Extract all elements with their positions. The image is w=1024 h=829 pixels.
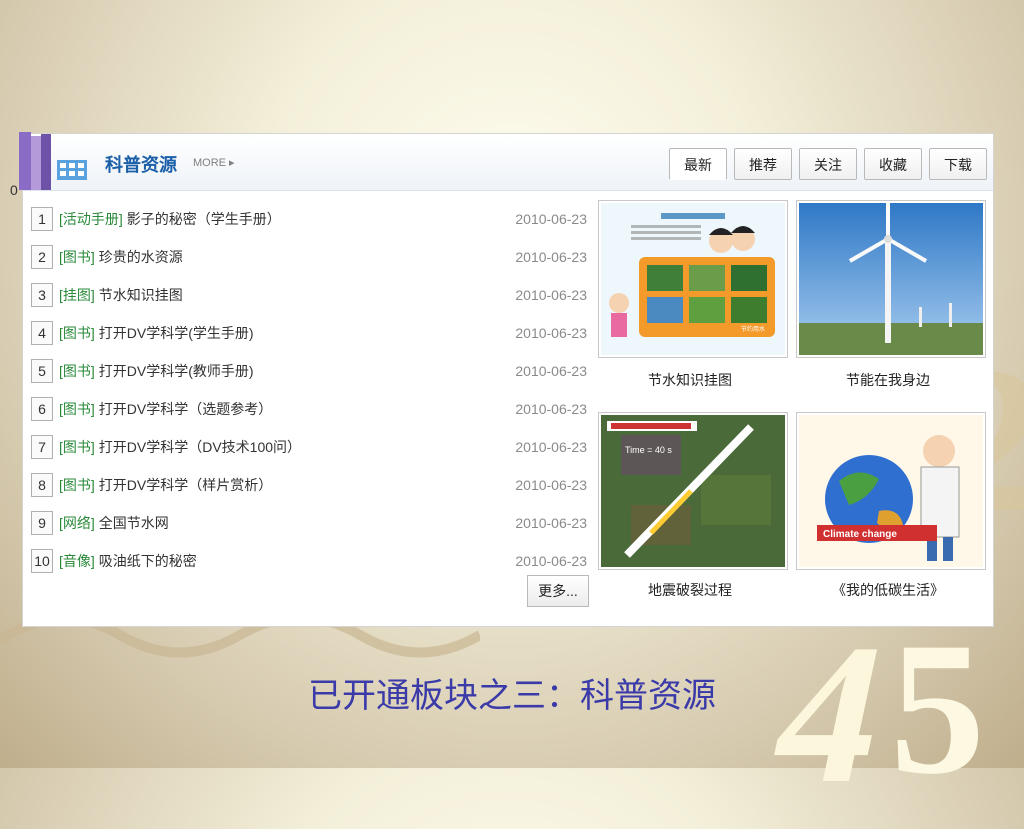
tab-latest[interactable]: 最新 xyxy=(669,148,727,180)
thumbnail-earthquake-rupture[interactable]: Time = 40 s xyxy=(598,412,788,570)
item-date: 2010-06-23 xyxy=(515,363,587,379)
thumbnail-caption[interactable]: 地震破裂过程 xyxy=(595,580,785,600)
panel-header: 科普资源 MORE ▸ 最新 推荐 关注 收藏 下载 xyxy=(19,132,993,191)
list-item: 9 [网络] 全国节水网 2010-06-23 xyxy=(31,504,591,542)
tab-downloads[interactable]: 下载 xyxy=(929,148,987,180)
item-title-link[interactable]: 节水知识挂图 xyxy=(99,285,183,305)
list-item: 7 [图书] 打开DV学科学（DV技术100问） 2010-06-23 xyxy=(31,428,591,466)
thumbnail-caption[interactable]: 节水知识挂图 xyxy=(595,370,785,390)
item-title-link[interactable]: 打开DV学科学（样片赏析） xyxy=(99,475,272,495)
item-date: 2010-06-23 xyxy=(515,553,587,569)
wind-turbine-image xyxy=(799,203,983,355)
item-category-link[interactable]: [活动手册] xyxy=(59,209,123,229)
item-category-link[interactable]: [图书] xyxy=(59,475,95,495)
thumbnail-wind-turbines[interactable] xyxy=(796,200,986,358)
item-title-link[interactable]: 打开DV学科学（DV技术100问） xyxy=(99,437,301,457)
item-title-link[interactable]: 影子的秘密（学生手册） xyxy=(127,209,281,229)
item-category-link[interactable]: [图书] xyxy=(59,437,95,457)
poster-overlay-text: 节约用水 xyxy=(741,325,765,333)
item-number: 6 xyxy=(31,397,53,421)
item-number: 9 xyxy=(31,511,53,535)
climate-change-label: Climate change xyxy=(823,529,897,540)
item-title-link[interactable]: 打开DV学科学(教师手册) xyxy=(99,361,254,381)
item-number: 2 xyxy=(31,245,53,269)
poster-image: 节约用水 xyxy=(601,203,785,355)
list-item: 6 [图书] 打开DV学科学（选题参考） 2010-06-23 xyxy=(31,390,591,428)
item-number: 1 xyxy=(31,207,53,231)
tab-recommended[interactable]: 推荐 xyxy=(734,148,792,180)
more-link[interactable]: MORE ▸ xyxy=(193,156,235,169)
more-button[interactable]: 更多... xyxy=(527,575,589,607)
item-date: 2010-06-23 xyxy=(515,325,587,341)
item-date: 2010-06-23 xyxy=(515,287,587,303)
item-title-link[interactable]: 全国节水网 xyxy=(99,513,169,533)
list-item: 10 [音像] 吸油纸下的秘密 2010-06-23 xyxy=(31,542,591,580)
list-item: 1 [活动手册] 影子的秘密（学生手册） 2010-06-23 xyxy=(31,200,591,238)
item-number: 7 xyxy=(31,435,53,459)
item-number: 4 xyxy=(31,321,53,345)
resource-list: 1 [活动手册] 影子的秘密（学生手册） 2010-06-23 2 [图书] 珍… xyxy=(31,200,591,580)
item-category-link[interactable]: [图书] xyxy=(59,323,95,343)
tab-favorites[interactable]: 收藏 xyxy=(864,148,922,180)
thumbnail-caption[interactable]: 《我的低碳生活》 xyxy=(793,580,983,600)
item-category-link[interactable]: [音像] xyxy=(59,551,95,571)
item-number: 10 xyxy=(31,549,53,573)
edge-text: 0 xyxy=(10,182,18,198)
item-category-link[interactable]: [网络] xyxy=(59,513,95,533)
climate-cartoon-image: Climate change xyxy=(799,415,983,567)
item-category-link[interactable]: [图书] xyxy=(59,247,95,267)
item-date: 2010-06-23 xyxy=(515,249,587,265)
item-title-link[interactable]: 吸油纸下的秘密 xyxy=(99,551,197,571)
list-item: 2 [图书] 珍贵的水资源 2010-06-23 xyxy=(31,238,591,276)
item-number: 3 xyxy=(31,283,53,307)
books-icon xyxy=(19,132,87,190)
item-category-link[interactable]: [挂图] xyxy=(59,285,95,305)
item-title-link[interactable]: 珍贵的水资源 xyxy=(99,247,183,267)
item-date: 2010-06-23 xyxy=(515,515,587,531)
list-item: 3 [挂图] 节水知识挂图 2010-06-23 xyxy=(31,276,591,314)
thumbnail-water-saving-poster[interactable]: 节约用水 xyxy=(598,200,788,358)
item-date: 2010-06-23 xyxy=(515,401,587,417)
slide-caption: 已开通板块之三：科普资源 xyxy=(308,678,716,715)
item-date: 2010-06-23 xyxy=(515,477,587,493)
item-title-link[interactable]: 打开DV学科学（选题参考） xyxy=(99,399,272,419)
list-item: 8 [图书] 打开DV学科学（样片赏析） 2010-06-23 xyxy=(31,466,591,504)
item-title-link[interactable]: 打开DV学科学(学生手册) xyxy=(99,323,254,343)
item-number: 5 xyxy=(31,359,53,383)
item-category-link[interactable]: [图书] xyxy=(59,399,95,419)
thumbnail-low-carbon-life[interactable]: Climate change xyxy=(796,412,986,570)
list-item: 4 [图书] 打开DV学科学(学生手册) 2010-06-23 xyxy=(31,314,591,352)
list-item: 5 [图书] 打开DV学科学(教师手册) 2010-06-23 xyxy=(31,352,591,390)
thumbnail-caption[interactable]: 节能在我身边 xyxy=(793,370,983,390)
item-category-link[interactable]: [图书] xyxy=(59,361,95,381)
earthquake-map-image: Time = 40 s xyxy=(601,415,785,567)
map-time-label: Time = 40 s xyxy=(625,445,672,455)
item-number: 8 xyxy=(31,473,53,497)
section-title: 科普资源 xyxy=(105,155,177,175)
tab-bar: 最新 推荐 关注 收藏 下载 xyxy=(669,148,987,180)
tab-followed[interactable]: 关注 xyxy=(799,148,857,180)
item-date: 2010-06-23 xyxy=(515,211,587,227)
item-date: 2010-06-23 xyxy=(515,439,587,455)
science-resources-panel: 科普资源 MORE ▸ 最新 推荐 关注 收藏 下载 1 [活动手册] 影子的秘… xyxy=(19,132,994,627)
